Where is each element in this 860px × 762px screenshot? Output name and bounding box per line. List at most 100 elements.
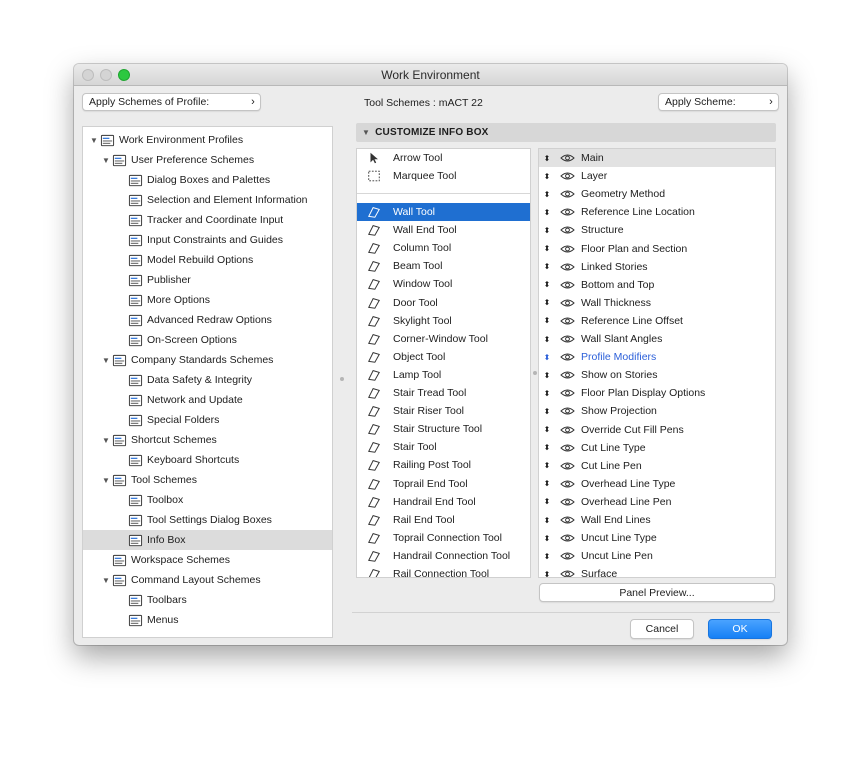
info-box-field-row[interactable]: ⬍ Overhead Line Pen (539, 493, 775, 511)
info-box-field-row[interactable]: ⬍ Wall End Lines (539, 511, 775, 529)
info-box-field-row[interactable]: ⬍ Reference Line Offset (539, 312, 775, 330)
reorder-handle-icon[interactable]: ⬍ (541, 244, 553, 253)
visibility-eye-icon[interactable] (557, 334, 577, 344)
reorder-handle-icon[interactable]: ⬍ (541, 335, 553, 344)
tree-item[interactable]: Tracker and Coordinate Input (83, 210, 332, 230)
reorder-handle-icon[interactable]: ⬍ (541, 534, 553, 543)
tool-list-item[interactable]: Stair Structure Tool (357, 420, 530, 438)
tool-list-item[interactable]: Rail End Tool (357, 511, 530, 529)
apply-scheme-button[interactable]: Apply Scheme: › (658, 93, 779, 111)
tool-list-item[interactable]: Railing Post Tool (357, 456, 530, 474)
tool-list-item[interactable]: Handrail Connection Tool (357, 547, 530, 565)
tool-list-item[interactable]: Wall Tool (357, 203, 530, 221)
tree-item[interactable]: Toolbars (83, 590, 332, 610)
tool-list-item[interactable]: Lamp Tool (357, 366, 530, 384)
disclosure-down-icon[interactable]: ▼ (101, 576, 111, 585)
info-box-field-row[interactable]: ⬍ Cut Line Type (539, 439, 775, 457)
reorder-handle-icon[interactable]: ⬍ (541, 371, 553, 380)
tool-list-item[interactable]: Toprail Connection Tool (357, 529, 530, 547)
tool-list-item[interactable]: Object Tool (357, 348, 530, 366)
tree-item[interactable]: Model Rebuild Options (83, 250, 332, 270)
tree-item[interactable]: ▼ Tool Schemes (83, 470, 332, 490)
tool-list-item[interactable]: Toprail End Tool (357, 475, 530, 493)
tree-item[interactable]: Selection and Element Information (83, 190, 332, 210)
reorder-handle-icon[interactable]: ⬍ (541, 425, 553, 434)
tree-item[interactable]: Publisher (83, 270, 332, 290)
reorder-handle-icon[interactable]: ⬍ (541, 316, 553, 325)
info-box-field-row[interactable]: ⬍ Overhead Line Type (539, 475, 775, 493)
info-box-field-row[interactable]: ⬍ Bottom and Top (539, 276, 775, 294)
tree-item[interactable]: Advanced Redraw Options (83, 310, 332, 330)
visibility-eye-icon[interactable] (557, 153, 577, 163)
visibility-eye-icon[interactable] (557, 533, 577, 543)
reorder-handle-icon[interactable]: ⬍ (541, 479, 553, 488)
visibility-eye-icon[interactable] (557, 515, 577, 525)
reorder-handle-icon[interactable]: ⬍ (541, 407, 553, 416)
visibility-eye-icon[interactable] (557, 551, 577, 561)
visibility-eye-icon[interactable] (557, 569, 577, 577)
reorder-handle-icon[interactable]: ⬍ (541, 154, 553, 163)
visibility-eye-icon[interactable] (557, 425, 577, 435)
ok-button[interactable]: OK (708, 619, 772, 639)
info-box-field-row[interactable]: ⬍ Main (539, 149, 775, 167)
tree-item[interactable]: Keyboard Shortcuts (83, 450, 332, 470)
tree-item[interactable]: ▼ Shortcut Schemes (83, 430, 332, 450)
info-box-field-row[interactable]: ⬍ Floor Plan and Section (539, 240, 775, 258)
info-box-field-row[interactable]: ⬍ Uncut Line Type (539, 529, 775, 547)
reorder-handle-icon[interactable]: ⬍ (541, 208, 553, 217)
tool-list-item[interactable]: Rail Connection Tool (357, 565, 530, 577)
tool-list[interactable]: Arrow Tool Marquee Tool Wall Tool Wall End … (356, 148, 531, 578)
disclosure-down-icon[interactable]: ▼ (101, 436, 111, 445)
info-box-field-row[interactable]: ⬍ Wall Slant Angles (539, 330, 775, 348)
tool-list-item[interactable]: Beam Tool (357, 257, 530, 275)
disclosure-down-icon[interactable]: ▼ (101, 356, 111, 365)
visibility-eye-icon[interactable] (557, 406, 577, 416)
visibility-eye-icon[interactable] (557, 280, 577, 290)
profile-tree[interactable]: ▼ Work Environment Profiles ▼ User Preferen… (82, 126, 333, 638)
info-box-field-row[interactable]: ⬍ Linked Stories (539, 258, 775, 276)
visibility-eye-icon[interactable] (557, 370, 577, 380)
info-box-field-row[interactable]: ⬍ Surface (539, 565, 775, 577)
info-box-field-row[interactable]: ⬍ Floor Plan Display Options (539, 384, 775, 402)
info-box-field-row[interactable]: ⬍ Reference Line Location (539, 203, 775, 221)
reorder-handle-icon[interactable]: ⬍ (541, 262, 553, 271)
reorder-handle-icon[interactable]: ⬍ (541, 353, 553, 362)
tool-list-item[interactable]: Window Tool (357, 275, 530, 293)
visibility-eye-icon[interactable] (557, 479, 577, 489)
reorder-handle-icon[interactable]: ⬍ (541, 443, 553, 452)
tree-item[interactable]: Special Folders (83, 410, 332, 430)
info-box-field-row[interactable]: ⬍ Geometry Method (539, 185, 775, 203)
info-box-field-row[interactable]: ⬍ Show Projection (539, 402, 775, 420)
visibility-eye-icon[interactable] (557, 388, 577, 398)
tool-list-item[interactable]: Corner-Window Tool (357, 330, 530, 348)
visibility-eye-icon[interactable] (557, 207, 577, 217)
visibility-eye-icon[interactable] (557, 225, 577, 235)
tool-list-item[interactable]: Arrow Tool (357, 149, 530, 167)
tool-list-item[interactable]: Wall End Tool (357, 221, 530, 239)
tree-item[interactable]: Network and Update (83, 390, 332, 410)
visibility-eye-icon[interactable] (557, 171, 577, 181)
tool-list-item[interactable]: Stair Tread Tool (357, 384, 530, 402)
tree-item[interactable]: Input Constraints and Guides (83, 230, 332, 250)
tree-item[interactable]: Workspace Schemes (83, 550, 332, 570)
reorder-handle-icon[interactable]: ⬍ (541, 461, 553, 470)
info-box-field-row[interactable]: ⬍ Uncut Line Pen (539, 547, 775, 565)
tool-list-item[interactable]: Marquee Tool (357, 167, 530, 185)
tree-item[interactable]: Data Safety & Integrity (83, 370, 332, 390)
tree-item[interactable]: More Options (83, 290, 332, 310)
tree-item[interactable]: Toolbox (83, 490, 332, 510)
disclosure-down-icon[interactable]: ▼ (89, 136, 99, 145)
tool-list-item[interactable]: Stair Riser Tool (357, 402, 530, 420)
visibility-eye-icon[interactable] (557, 244, 577, 254)
info-box-field-row[interactable]: ⬍ Override Cut Fill Pens (539, 421, 775, 439)
visibility-eye-icon[interactable] (557, 443, 577, 453)
left-splitter[interactable] (338, 126, 346, 638)
visibility-eye-icon[interactable] (557, 497, 577, 507)
cancel-button[interactable]: Cancel (630, 619, 694, 639)
customize-info-box-header[interactable]: ▼ CUSTOMIZE INFO BOX (356, 123, 776, 142)
visibility-eye-icon[interactable] (557, 189, 577, 199)
apply-schemes-of-profile-button[interactable]: Apply Schemes of Profile: › (82, 93, 261, 111)
tree-item[interactable]: Tool Settings Dialog Boxes (83, 510, 332, 530)
info-box-field-row[interactable]: ⬍ Cut Line Pen (539, 457, 775, 475)
tree-item[interactable]: Menus (83, 610, 332, 630)
